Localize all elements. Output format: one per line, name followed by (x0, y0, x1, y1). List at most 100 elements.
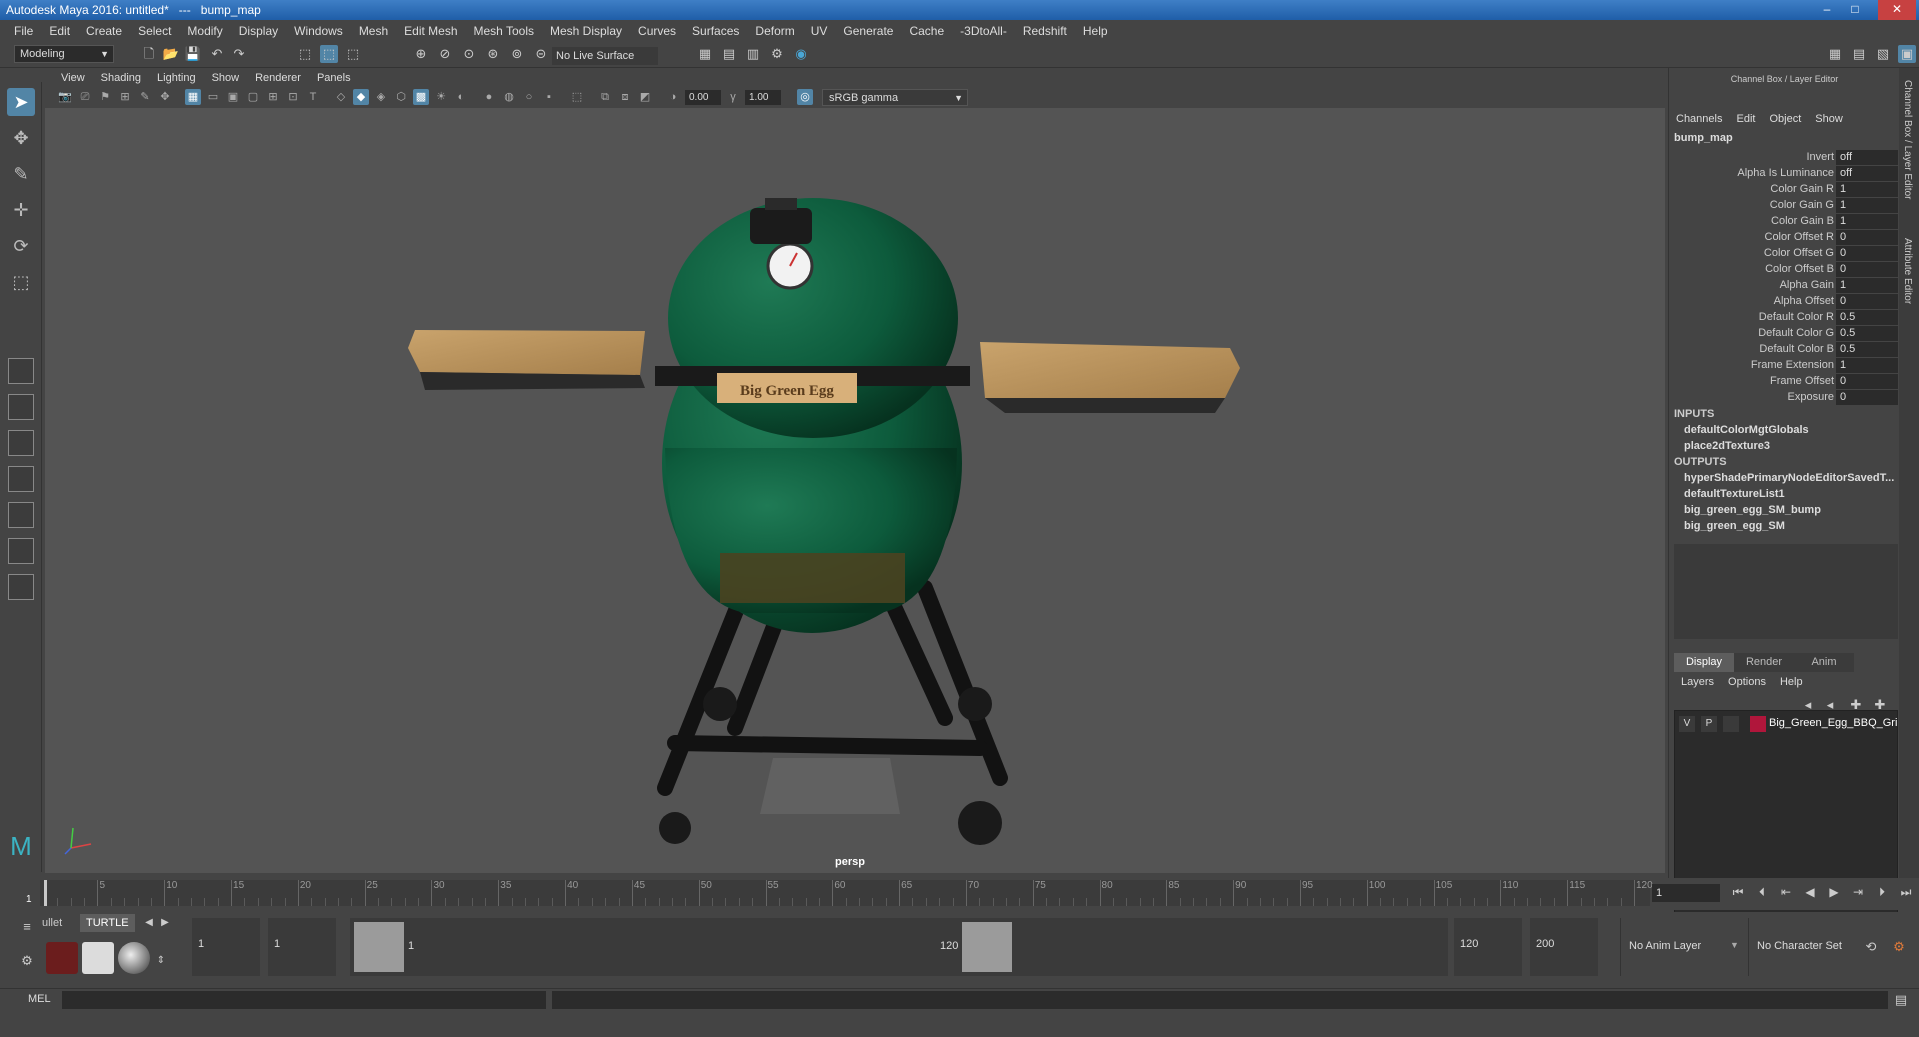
camera-icon[interactable]: 📷 (57, 89, 73, 105)
shadows-icon[interactable]: ◐ (453, 89, 469, 105)
scene-end-field[interactable]: 200 (1530, 918, 1598, 976)
menu-select[interactable]: Select (130, 24, 179, 38)
new-scene-icon[interactable]: 🗋 (140, 45, 158, 63)
scene-start-field[interactable]: 1 (192, 918, 260, 976)
output-node[interactable]: defaultTextureList1 (1684, 488, 1785, 500)
single-pane-layout-icon[interactable] (8, 358, 34, 384)
menu-surfaces[interactable]: Surfaces (684, 24, 747, 38)
attribute-row[interactable]: Color Gain R1 (1669, 182, 1900, 198)
anti-aliasing-icon[interactable]: ○ (521, 89, 537, 105)
turtle-sphere-icon[interactable] (118, 942, 150, 974)
four-pane-layout-icon[interactable] (8, 394, 34, 420)
film-gate-icon[interactable]: ▭ (205, 89, 221, 105)
node-name[interactable]: bump_map (1674, 132, 1733, 144)
wireframe-icon[interactable]: ◇ (333, 89, 349, 105)
motion-blur-icon[interactable]: ◍ (501, 89, 517, 105)
playback-end-field[interactable]: 120 (1454, 918, 1522, 976)
xray-active-icon[interactable]: ⧈ (617, 89, 633, 105)
exposure-icon[interactable]: ◑ (665, 89, 681, 105)
menu-help[interactable]: Help (1075, 24, 1116, 38)
attribute-row[interactable]: Invert off (1669, 150, 1900, 166)
attribute-value[interactable]: 0.5 (1836, 310, 1898, 325)
attribute-row[interactable]: Color Gain G1 (1669, 198, 1900, 214)
step-back-key-icon[interactable]: ⇤ (1776, 882, 1796, 902)
attribute-value[interactable]: 0 (1836, 230, 1898, 245)
range-end-handle[interactable] (962, 922, 1012, 972)
depth-of-field-icon[interactable]: ▪ (541, 89, 557, 105)
color-space-select[interactable]: sRGB gamma ▼ (822, 89, 968, 106)
options-menu[interactable]: Options (1721, 676, 1773, 688)
playback-start-field[interactable]: 1 (268, 918, 336, 976)
make-live-icon[interactable]: ⊝ (532, 45, 550, 63)
channel-box-toggle-icon[interactable]: ▣ (1898, 45, 1916, 63)
tab-anim[interactable]: Anim (1794, 653, 1854, 672)
gamma-field[interactable]: 1.00 (745, 90, 781, 105)
anim-layer-select[interactable]: No Anim Layer (1620, 918, 1724, 976)
layers-menu[interactable]: Layers (1674, 676, 1721, 688)
live-surface-field[interactable]: No Live Surface (552, 47, 658, 65)
shelf-tab-bullet[interactable]: ullet (36, 914, 68, 932)
select-hierarchy-icon[interactable]: ⬚ (296, 45, 314, 63)
attribute-editor-toggle-icon[interactable]: ▤ (1850, 45, 1868, 63)
gamma-icon[interactable]: γ (725, 89, 741, 105)
attribute-value[interactable]: 0 (1836, 374, 1898, 389)
panel-menu-view[interactable]: View (53, 72, 93, 84)
attribute-value[interactable]: off (1836, 150, 1898, 165)
menu-edit[interactable]: Edit (41, 24, 78, 38)
attribute-value[interactable]: 0 (1836, 246, 1898, 261)
move-tool-icon[interactable]: ✛ (7, 196, 35, 224)
character-set-select[interactable]: No Character Set (1748, 918, 1860, 976)
exposure-field[interactable]: 0.00 (685, 90, 721, 105)
help-menu[interactable]: Help (1773, 676, 1810, 688)
attribute-value[interactable]: 1 (1836, 358, 1898, 373)
hypershade-layout-icon[interactable] (8, 538, 34, 564)
input-node[interactable]: defaultColorMgtGlobals (1684, 424, 1809, 436)
select-component-icon[interactable]: ⬚ (344, 45, 362, 63)
save-scene-icon[interactable]: 💾 (184, 45, 202, 63)
output-node[interactable]: big_green_egg_SM_bump (1684, 504, 1821, 516)
menu-edit-mesh[interactable]: Edit Mesh (396, 24, 465, 38)
modeling-toolkit-icon[interactable]: ▦ (1826, 45, 1844, 63)
color-management-icon[interactable]: ◎ (797, 89, 813, 105)
attribute-row[interactable]: Alpha Offset 0 (1669, 294, 1900, 310)
smooth-shade-icon[interactable]: ◆ (353, 89, 369, 105)
close-button[interactable]: ✕ (1878, 0, 1916, 20)
turtle-render-icon[interactable] (46, 942, 78, 974)
layer-visibility-toggle[interactable]: V (1679, 716, 1695, 732)
attribute-value[interactable]: 0 (1836, 294, 1898, 309)
step-back-frame-icon[interactable]: ⏴ (1752, 882, 1772, 902)
menu-modify[interactable]: Modify (179, 24, 230, 38)
attribute-value[interactable]: 1 (1836, 278, 1898, 293)
outliner-layout-icon[interactable] (8, 466, 34, 492)
panel-menu-shading[interactable]: Shading (93, 72, 149, 84)
attribute-value[interactable]: 1 (1836, 198, 1898, 213)
attribute-row[interactable]: Default Color G 0.5 (1669, 326, 1900, 342)
attribute-value[interactable]: 1 (1836, 182, 1898, 197)
input-node[interactable]: place2dTexture3 (1684, 440, 1770, 452)
attribute-value[interactable]: 0 (1836, 390, 1898, 405)
attribute-value[interactable]: 0.5 (1836, 326, 1898, 341)
lasso-tool-icon[interactable]: ✥ (7, 124, 35, 152)
attribute-row[interactable]: Color Offset G0 (1669, 246, 1900, 262)
panel-menu-show[interactable]: Show (204, 72, 248, 84)
current-time-indicator[interactable] (44, 880, 47, 906)
undo-icon[interactable]: ↶ (208, 45, 226, 63)
rotate-tool-icon[interactable]: ⟳ (7, 232, 35, 260)
attribute-row[interactable]: Color Gain B1 (1669, 214, 1900, 230)
menu-mesh-display[interactable]: Mesh Display (542, 24, 630, 38)
wireframe-on-shaded-icon[interactable]: ◈ (373, 89, 389, 105)
resolution-gate-icon[interactable]: ▣ (225, 89, 241, 105)
turtle-bake-icon[interactable] (82, 942, 114, 974)
ipr-render-icon[interactable]: ▥ (744, 45, 762, 63)
attribute-row[interactable]: Frame Offset 0 (1669, 374, 1900, 390)
tab-attribute-editor[interactable]: Attribute Editor (1902, 238, 1913, 304)
command-input[interactable] (62, 991, 546, 1009)
time-ruler[interactable]: 5 10 15 20 25 30 35 40 45 50 55 60 65 70 75 80 85 90 95 100… (40, 880, 1653, 906)
layer-playback-toggle[interactable]: P (1701, 716, 1717, 732)
perspective-viewport[interactable]: Big Green Egg persp (45, 108, 1665, 873)
attribute-row[interactable]: Color Offset B0 (1669, 262, 1900, 278)
gate-mask-icon[interactable]: ▢ (245, 89, 261, 105)
textured-icon[interactable]: ▩ (413, 89, 429, 105)
attribute-value[interactable]: off (1836, 166, 1898, 181)
menu-generate[interactable]: Generate (835, 24, 901, 38)
